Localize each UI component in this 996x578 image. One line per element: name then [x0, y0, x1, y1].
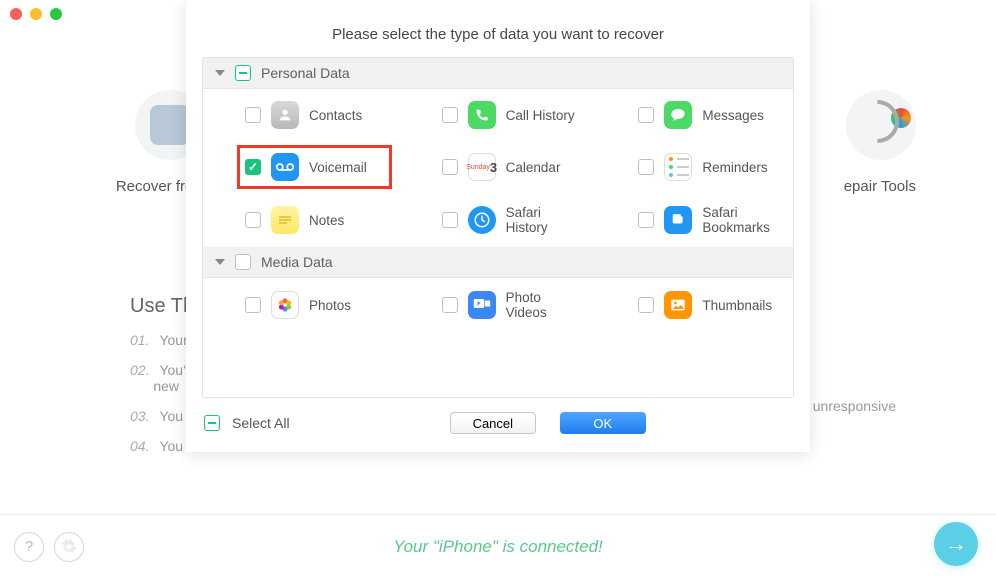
modal-footer: Select All Cancel OK — [186, 398, 810, 452]
safari-history-icon — [468, 206, 496, 234]
data-item-photos[interactable]: Photos — [203, 284, 400, 326]
table-row: Photos Photo Videos Thumbnails — [203, 278, 793, 332]
data-type-list: Personal Data Contacts Call History — [202, 57, 794, 398]
data-item-calendar[interactable]: Sunday 3 Calendar — [400, 147, 597, 187]
data-item-call-history[interactable]: Call History — [400, 95, 597, 135]
group-header-media[interactable]: Media Data — [203, 247, 793, 278]
notes-icon — [271, 206, 299, 234]
chevron-down-icon — [215, 259, 225, 265]
select-all-checkbox[interactable] — [204, 415, 220, 431]
checkbox[interactable] — [638, 297, 654, 313]
bottom-status-bar: ? Your "iPhone" is connected! → — [0, 514, 996, 578]
photo-videos-icon — [468, 291, 496, 319]
checkbox[interactable] — [245, 212, 261, 228]
item-label: Contacts — [309, 108, 362, 123]
gear-icon — [61, 539, 77, 555]
data-item-notes[interactable]: Notes — [203, 199, 400, 241]
group-checkbox-personal[interactable] — [235, 65, 251, 81]
photos-icon — [271, 291, 299, 319]
item-label: Safari History — [506, 205, 585, 235]
calendar-icon: Sunday 3 — [468, 153, 496, 181]
checkbox[interactable] — [442, 297, 458, 313]
group-checkbox-media[interactable] — [235, 254, 251, 270]
select-all-label: Select All — [232, 415, 290, 431]
item-label: Reminders — [702, 160, 767, 175]
repair-tools-icon — [846, 90, 916, 160]
item-label: Notes — [309, 213, 344, 228]
phone-icon — [468, 101, 496, 129]
data-item-safari-bookmarks[interactable]: Safari Bookmarks — [596, 199, 793, 241]
ok-button[interactable]: OK — [560, 412, 646, 434]
item-label: Photos — [309, 298, 351, 313]
data-item-thumbnails[interactable]: Thumbnails — [596, 284, 793, 326]
checkbox[interactable] — [442, 159, 458, 175]
reminders-icon — [664, 153, 692, 181]
chevron-down-icon — [215, 70, 225, 76]
group-label: Personal Data — [261, 65, 350, 81]
checkbox[interactable] — [442, 212, 458, 228]
voicemail-icon — [271, 153, 299, 181]
data-item-safari-history[interactable]: Safari History — [400, 199, 597, 241]
data-item-voicemail[interactable]: Voicemail — [203, 147, 400, 187]
contacts-icon — [271, 101, 299, 129]
table-row: Contacts Call History Messages — [203, 89, 793, 141]
checkbox[interactable] — [245, 107, 261, 123]
item-label: Voicemail — [309, 160, 367, 175]
data-item-messages[interactable]: Messages — [596, 95, 793, 135]
select-data-type-modal: Please select the type of data you want … — [186, 0, 810, 452]
thumbnails-icon — [664, 291, 692, 319]
checkbox[interactable] — [245, 297, 261, 313]
checkbox[interactable] — [245, 159, 261, 175]
checkbox[interactable] — [638, 107, 654, 123]
item-label: Messages — [702, 108, 764, 123]
next-button[interactable]: → — [934, 522, 978, 566]
group-label: Media Data — [261, 254, 333, 270]
help-button[interactable]: ? — [14, 532, 44, 562]
connection-status: Your "iPhone" is connected! — [393, 537, 603, 557]
data-item-reminders[interactable]: Reminders — [596, 147, 793, 187]
table-row: Notes Safari History Safari Bookmarks — [203, 193, 793, 247]
modal-title: Please select the type of data you want … — [186, 0, 810, 57]
item-label: Safari Bookmarks — [702, 205, 781, 235]
checkbox[interactable] — [442, 107, 458, 123]
arrow-right-icon: → — [945, 531, 967, 557]
table-row: Voicemail Sunday 3 Calendar Reminders — [203, 141, 793, 193]
item-label: Calendar — [506, 160, 561, 175]
item-label: Photo Videos — [506, 290, 585, 320]
group-header-personal[interactable]: Personal Data — [203, 58, 793, 89]
checkbox[interactable] — [638, 212, 654, 228]
cancel-button[interactable]: Cancel — [450, 412, 536, 434]
data-item-contacts[interactable]: Contacts — [203, 95, 400, 135]
item-label: Thumbnails — [702, 298, 772, 313]
checkbox[interactable] — [638, 159, 654, 175]
data-item-photo-videos[interactable]: Photo Videos — [400, 284, 597, 326]
settings-button[interactable] — [54, 532, 84, 562]
item-label: Call History — [506, 108, 575, 123]
safari-bookmarks-icon — [664, 206, 692, 234]
messages-icon — [664, 101, 692, 129]
